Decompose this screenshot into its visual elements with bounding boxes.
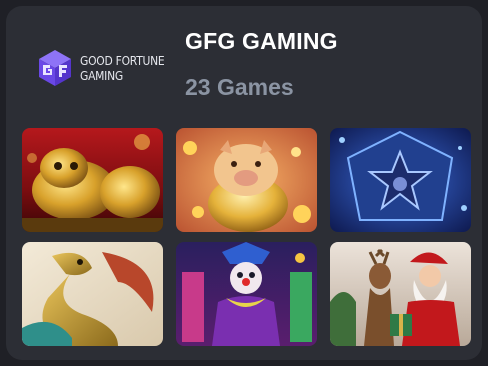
- game-tile-blue-star[interactable]: [330, 128, 471, 232]
- golden-dragon-statue-thumbnail: [22, 128, 163, 232]
- games-grid: [22, 128, 471, 346]
- game-tile-golden-dragon[interactable]: [22, 128, 163, 232]
- game-count: 23 Games: [185, 74, 294, 100]
- game-tile-green-dragon[interactable]: [22, 242, 163, 346]
- provider-logo: GOOD FORTUNE GAMING: [36, 46, 176, 90]
- provider-card[interactable]: GOOD FORTUNE GAMING GFG GAMING 23 Games: [6, 6, 482, 360]
- gfg-cube-logo-icon: [39, 50, 71, 86]
- green-gold-dragon-thumbnail: [22, 242, 163, 346]
- game-tile-golden-pig[interactable]: [176, 128, 317, 232]
- game-tile-clown-carnival[interactable]: [176, 242, 317, 346]
- game-tile-santa-reindeer[interactable]: [330, 242, 471, 346]
- blue-star-gem-thumbnail: [330, 128, 471, 232]
- clown-carnival-thumbnail: [176, 242, 317, 346]
- logo-line-2: GAMING: [80, 68, 123, 83]
- provider-name: GFG GAMING: [185, 28, 338, 54]
- logo-line-1: GOOD FORTUNE: [80, 53, 165, 68]
- golden-pig-thumbnail: [176, 128, 317, 232]
- santa-reindeer-thumbnail: [330, 242, 471, 346]
